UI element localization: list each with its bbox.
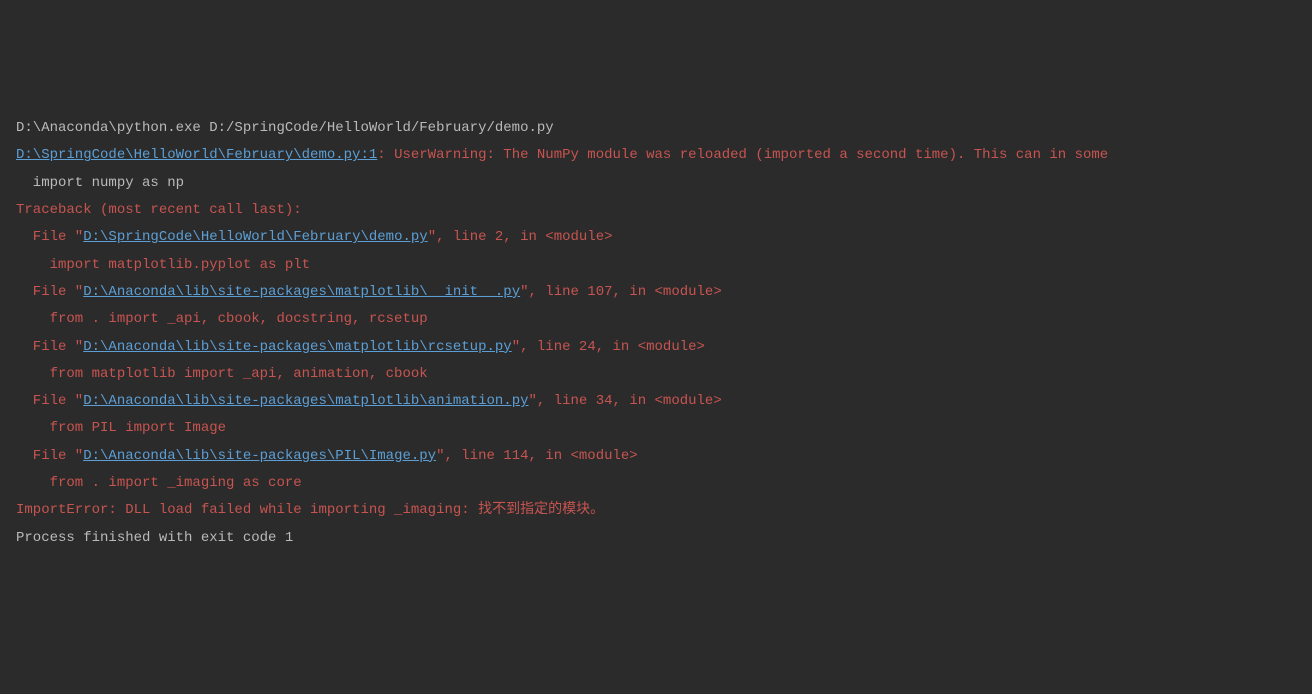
warning-code-line: import numpy as np (16, 170, 1296, 197)
file-prefix: File " (16, 229, 83, 245)
import-error-line: ImportError: DLL load failed while impor… (16, 497, 1296, 524)
frame-code-line: from matplotlib import _api, animation, … (16, 361, 1296, 388)
file-path-link[interactable]: D:\Anaconda\lib\site-packages\matplotlib… (83, 339, 511, 355)
file-path-link[interactable]: D:\SpringCode\HelloWorld\February\demo.p… (83, 229, 427, 245)
file-prefix: File " (16, 339, 83, 355)
file-path-link[interactable]: D:\Anaconda\lib\site-packages\matplotlib… (83, 393, 528, 409)
traceback-frame: File "D:\SpringCode\HelloWorld\February\… (16, 224, 1296, 251)
traceback-frame: File "D:\Anaconda\lib\site-packages\matp… (16, 279, 1296, 306)
warning-line: D:\SpringCode\HelloWorld\February\demo.p… (16, 142, 1296, 169)
file-suffix: ", line 2, in <module> (428, 229, 613, 245)
frame-code-line: from . import _imaging as core (16, 470, 1296, 497)
traceback-frame: File "D:\Anaconda\lib\site-packages\matp… (16, 388, 1296, 415)
file-suffix: ", line 107, in <module> (520, 284, 722, 300)
file-prefix: File " (16, 393, 83, 409)
warning-colon: : (377, 147, 394, 163)
process-exit-line: Process finished with exit code 1 (16, 525, 1296, 552)
file-path-link[interactable]: D:\Anaconda\lib\site-packages\PIL\Image.… (83, 448, 436, 464)
file-prefix: File " (16, 284, 83, 300)
warning-file-link[interactable]: D:\SpringCode\HelloWorld\February\demo.p… (16, 147, 377, 163)
file-path-link[interactable]: D:\Anaconda\lib\site-packages\matplotlib… (83, 284, 520, 300)
file-suffix: ", line 114, in <module> (436, 448, 638, 464)
file-prefix: File " (16, 448, 83, 464)
traceback-frame: File "D:\Anaconda\lib\site-packages\PIL\… (16, 443, 1296, 470)
file-suffix: ", line 34, in <module> (529, 393, 722, 409)
frame-code-line: import matplotlib.pyplot as plt (16, 252, 1296, 279)
warning-message: UserWarning: The NumPy module was reload… (394, 147, 1108, 163)
file-suffix: ", line 24, in <module> (512, 339, 705, 355)
traceback-frame: File "D:\Anaconda\lib\site-packages\matp… (16, 334, 1296, 361)
console-output: D:\Anaconda\python.exe D:/SpringCode/Hel… (16, 115, 1296, 552)
traceback-header: Traceback (most recent call last): (16, 197, 1296, 224)
command-line: D:\Anaconda\python.exe D:/SpringCode/Hel… (16, 115, 1296, 142)
frame-code-line: from PIL import Image (16, 415, 1296, 442)
frame-code-line: from . import _api, cbook, docstring, rc… (16, 306, 1296, 333)
